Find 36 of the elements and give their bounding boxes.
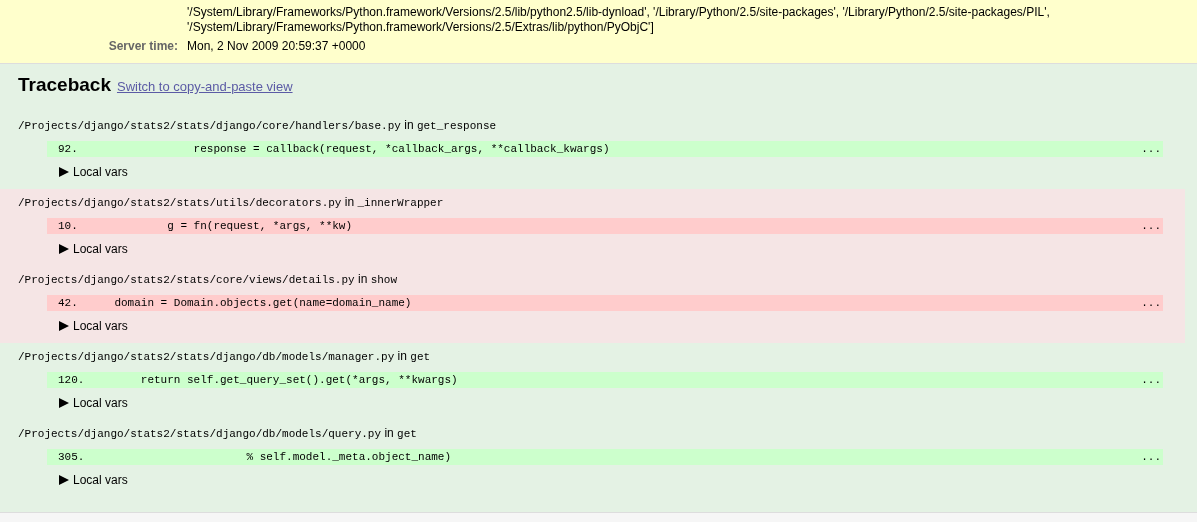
triangle-icon[interactable] — [59, 244, 69, 254]
line-number: 92. — [58, 142, 79, 157]
triangle-icon[interactable] — [59, 475, 69, 485]
frame-location: /Projects/django/stats2/stats/django/core/handlers/base.py in get_response — [18, 117, 498, 134]
line-number: 10. — [58, 219, 79, 234]
code-text: g = fn(request, *args, **kw) — [166, 219, 354, 234]
code-text: response = callback(request, *callback_args, **callback_kwargs) — [192, 142, 611, 157]
local-vars-toggle[interactable]: Local vars — [73, 318, 128, 334]
traceback-title: Traceback — [18, 74, 111, 96]
line-number: 42. — [58, 296, 79, 311]
expand-context[interactable]: ... — [1141, 295, 1161, 311]
triangle-icon[interactable] — [59, 398, 69, 408]
local-vars-toggle[interactable]: Local vars — [73, 164, 128, 180]
triangle-icon[interactable] — [59, 321, 69, 331]
expand-context[interactable]: ... — [1141, 218, 1161, 234]
frame-location: /Projects/django/stats2/stats/utils/decorators.py in _innerWrapper — [18, 194, 445, 211]
line-number: 120. — [58, 373, 86, 388]
code-text: % self.model._meta.object_name) — [245, 450, 453, 465]
expand-context[interactable]: ... — [1141, 141, 1161, 157]
local-vars-toggle[interactable]: Local vars — [73, 241, 128, 257]
local-vars-toggle[interactable]: Local vars — [73, 395, 128, 411]
copy-paste-view-link[interactable]: Switch to copy-and-paste view — [116, 79, 293, 94]
triangle-icon[interactable] — [59, 167, 69, 177]
meta-value: Mon, 2 Nov 2009 20:59:37 +0000 — [187, 39, 366, 53]
local-vars-toggle[interactable]: Local vars — [73, 472, 128, 488]
expand-context[interactable]: ... — [1141, 449, 1161, 465]
python-path-line: '/System/Library/Frameworks/Python.framework/Versions/2.5/Extras/lib/python/PyObjC'] — [187, 20, 655, 35]
frame-location: /Projects/django/stats2/stats/django/db/models/manager.py in get — [18, 348, 432, 365]
expand-context[interactable]: ... — [1141, 372, 1161, 388]
code-text: return self.get_query_set().get(*args, **kwargs) — [139, 373, 459, 388]
python-path-line: '/System/Library/Frameworks/Python.framework/Versions/2.5/lib/python2.5/lib-dynload', '/Library/Python/2.5/site-packages', '/Library/Python/2.5/site-packages/PIL', — [187, 5, 1050, 20]
line-number: 305. — [58, 450, 86, 465]
meta-label: Server time: — [107, 39, 179, 53]
frame-location: /Projects/django/stats2/stats/django/db/models/query.py in get — [18, 425, 418, 442]
frame-location: /Projects/django/stats2/stats/core/views/details.py in show — [18, 271, 399, 288]
code-text: domain = Domain.objects.get(name=domain_name) — [113, 296, 413, 311]
